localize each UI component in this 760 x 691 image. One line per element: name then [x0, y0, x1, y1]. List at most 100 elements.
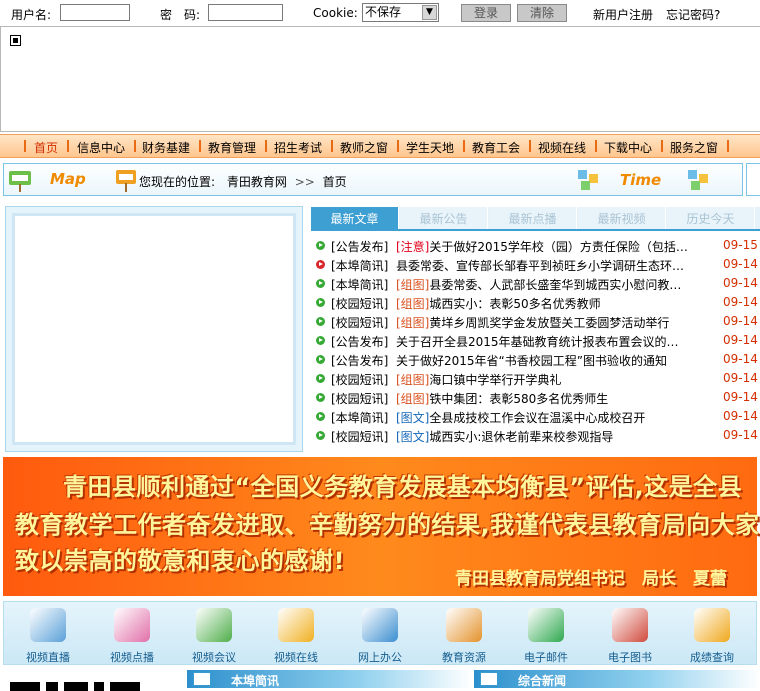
news-category[interactable]: [公告发布]: [331, 352, 388, 369]
nav-item-downloads[interactable]: 下载中心: [604, 139, 652, 156]
nav-item-union[interactable]: 教育工会: [472, 139, 520, 156]
news-category[interactable]: [本埠简讯]: [331, 257, 388, 274]
bullet-arrow-icon: [316, 317, 325, 326]
news-category[interactable]: [校园短讯]: [331, 371, 388, 388]
service-edu-resources-button[interactable]: 教育资源: [424, 608, 504, 665]
news-title-link[interactable]: 关于召开全县2015年基础教育统计报表布置会议的通…: [396, 333, 690, 350]
cookie-select[interactable]: 不保存 ▼: [362, 3, 439, 22]
news-date: 09-15: [723, 238, 758, 252]
tab-latest-videos[interactable]: 最新视频: [578, 207, 666, 229]
service-online-office-button[interactable]: 网上办公: [340, 608, 420, 665]
tab-latest-notices[interactable]: 最新公告: [400, 207, 488, 229]
news-title[interactable]: 关于做好2015学年校（园）方责任保险（包括…: [429, 240, 688, 254]
news-title-link[interactable]: 关于做好2015年省“书香校园工程”图书验收的通知: [396, 352, 690, 369]
nav-item-info-center[interactable]: 信息中心: [77, 139, 125, 156]
bullet-arrow-icon: [316, 431, 325, 440]
service-label: 电子图书: [608, 651, 652, 664]
news-category[interactable]: [公告发布]: [331, 333, 388, 350]
news-title-link[interactable]: [图文]全县成技校工作会议在温溪中心成校召开: [396, 409, 690, 426]
nav-item-admissions[interactable]: 招生考试: [274, 139, 322, 156]
news-tag: [图文]: [396, 411, 430, 425]
nav-item-services[interactable]: 服务之窗: [670, 139, 718, 156]
news-title-link[interactable]: [注意]关于做好2015学年校（园）方责任保险（包括…: [396, 238, 690, 255]
nav-item-edu-management[interactable]: 教育管理: [208, 139, 256, 156]
section-title-general-news[interactable]: 综合新闻: [518, 672, 566, 689]
news-category[interactable]: [本埠简讯]: [331, 276, 388, 293]
breadcrumb-site-link[interactable]: 青田教育网: [227, 175, 287, 189]
news-title[interactable]: 城西实小:退休老前辈来校参观指导: [429, 430, 613, 444]
nav-item-teachers[interactable]: 教师之窗: [340, 139, 388, 156]
banner-line-1: 青田县顺利通过“全国义务教育发展基本均衡县”评估,这是全县: [63, 473, 743, 501]
news-category[interactable]: [本埠简讯]: [331, 409, 388, 426]
service-video-online-button[interactable]: 视频在线: [256, 608, 336, 665]
news-row: [本埠简讯] [图文]全县成技校工作会议在温溪中心成校召开 09-14: [315, 407, 759, 426]
service-label: 网上办公: [358, 651, 402, 664]
nav-item-finance[interactable]: 财务基建: [142, 139, 190, 156]
nav-divider: [661, 140, 663, 152]
bullet-arrow-icon: [316, 298, 325, 307]
news-title-link[interactable]: [组图]铁中集团：表彰580多名优秀师生: [396, 390, 690, 407]
clear-button[interactable]: 清除: [517, 4, 567, 22]
slideshow-image[interactable]: [12, 213, 296, 445]
news-title-link[interactable]: [组图]海口镇中学举行开学典礼: [396, 371, 690, 388]
service-live-video-button[interactable]: 视频直播: [8, 608, 88, 665]
banner-signature: 青田县教育局党组书记 局长 夏蕾: [455, 569, 727, 589]
news-date: 09-14: [723, 257, 758, 271]
news-title-link[interactable]: [组图]黄垟乡周凯奖学金发放暨关工委圆梦活动举行: [396, 314, 690, 331]
bullet-arrow-icon: [316, 412, 325, 421]
service-ebook-button[interactable]: 电子图书: [590, 608, 670, 665]
news-title[interactable]: 海口镇中学举行开学典礼: [429, 373, 561, 387]
bullet-arrow-icon: [316, 336, 325, 345]
news-title[interactable]: 黄垟乡周凯奖学金发放暨关工委圆梦活动举行: [429, 316, 669, 330]
nav-divider: [529, 140, 531, 152]
register-link[interactable]: 新用户注册: [593, 6, 653, 23]
section-local-news: 本埠简讯: [187, 670, 472, 688]
forgot-password-link[interactable]: 忘记密码?: [666, 6, 720, 23]
news-category[interactable]: [校园短讯]: [331, 390, 388, 407]
section-title-local-news[interactable]: 本埠简讯: [231, 672, 279, 689]
tab-latest-on-demand[interactable]: 最新点播: [489, 207, 577, 229]
news-category[interactable]: [校园短讯]: [331, 314, 388, 331]
news-category[interactable]: [校园短讯]: [331, 295, 388, 312]
nav-item-home[interactable]: 首页: [34, 139, 58, 156]
nav-item-video[interactable]: 视频在线: [538, 139, 586, 156]
bullet-arrow-icon: [316, 374, 325, 383]
news-title[interactable]: 城西实小：表彰50多名优秀教师: [429, 297, 600, 311]
nav-divider: [595, 140, 597, 152]
username-input[interactable]: [60, 4, 130, 21]
login-button[interactable]: 登录: [461, 4, 511, 22]
news-title[interactable]: 全县成技校工作会议在温溪中心成校召开: [429, 411, 645, 425]
news-title[interactable]: 县委常委、宣传部长邹春平到祯旺乡小学调研生态环…: [396, 259, 684, 273]
email-icon: [528, 608, 564, 642]
news-title-link[interactable]: [图文]城西实小:退休老前辈来校参观指导: [396, 428, 690, 445]
news-title[interactable]: 铁中集团：表彰580多名优秀师生: [429, 392, 608, 406]
tab-history-today[interactable]: 历史今天: [667, 207, 755, 229]
cookie-select-value: 不保存: [365, 5, 402, 19]
news-title-link[interactable]: [组图]城西实小：表彰50多名优秀教师: [396, 295, 690, 312]
bullet-arrow-icon: [316, 260, 325, 269]
service-score-query-button[interactable]: 成绩查询: [672, 608, 752, 665]
nav-divider: [24, 140, 26, 152]
section-header-bar: [474, 670, 760, 688]
news-row: [公告发布] 关于做好2015年省“书香校园工程”图书验收的通知 09-14: [315, 350, 759, 369]
monitor-icon: [480, 672, 498, 686]
news-row: [校园短讯] [组图]城西实小：表彰50多名优秀教师 09-14: [315, 293, 759, 312]
news-category[interactable]: [校园短讯]: [331, 428, 388, 445]
service-video-on-demand-button[interactable]: 视频点播: [92, 608, 172, 665]
nav-divider: [265, 140, 267, 152]
news-title[interactable]: 县委常委、人武部长盛奎华到城西实小慰问教…: [429, 278, 681, 292]
nav-item-students[interactable]: 学生天地: [406, 139, 454, 156]
news-title-link[interactable]: [组图]县委常委、人武部长盛奎华到城西实小慰问教…: [396, 276, 690, 293]
map-sign-icon: [9, 171, 31, 192]
news-date: 09-14: [723, 390, 758, 404]
service-email-button[interactable]: 电子邮件: [506, 608, 586, 665]
tab-latest-articles[interactable]: 最新文章: [311, 207, 399, 229]
news-title[interactable]: 关于召开全县2015年基础教育统计报表布置会议的通…: [396, 335, 690, 349]
news-category[interactable]: [公告发布]: [331, 238, 388, 255]
password-input[interactable]: [208, 4, 283, 21]
embedded-frame: [0, 26, 760, 132]
news-title-link[interactable]: 县委常委、宣传部长邹春平到祯旺乡小学调研生态环…: [396, 257, 690, 274]
news-title[interactable]: 关于做好2015年省“书香校园工程”图书验收的通知: [396, 354, 667, 368]
service-video-conference-button[interactable]: 视频会议: [174, 608, 254, 665]
nav-divider: [134, 140, 136, 152]
